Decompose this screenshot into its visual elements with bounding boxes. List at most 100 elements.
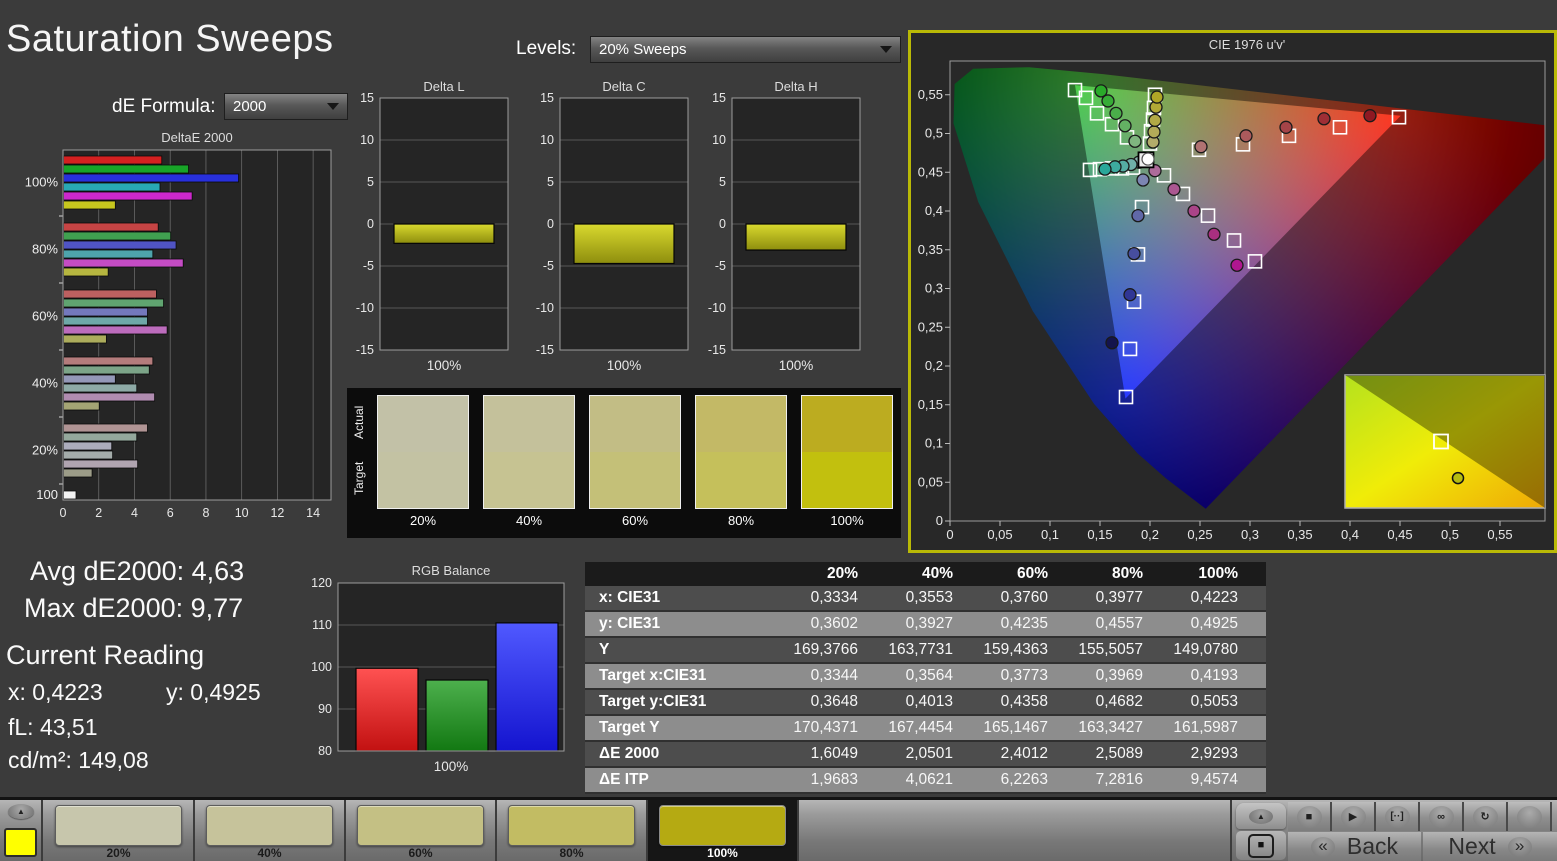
- table-cell: 0,3344: [810, 667, 858, 684]
- svg-text:-15: -15: [708, 343, 726, 357]
- patch-cell-40%: 40%: [476, 388, 582, 538]
- de-formula-label: dE Formula:: [112, 96, 216, 117]
- row-label: x: CIE31: [599, 589, 661, 606]
- tab-swatch: [55, 805, 182, 846]
- red-measured-point: [1194, 140, 1208, 154]
- svg-text:110: 110: [312, 618, 332, 632]
- svg-text:100: 100: [36, 487, 58, 502]
- levels-dropdown[interactable]: 20% Sweeps: [590, 36, 901, 63]
- patch-swatch: [801, 395, 893, 509]
- magenta-measured-point: [1167, 182, 1181, 196]
- refresh-button[interactable]: ↻: [1464, 802, 1508, 831]
- table-cell: 0,4682: [1095, 693, 1143, 710]
- table-cell: 0,3760: [1000, 589, 1048, 606]
- avg-de2000: Avg dE2000: 4,63: [30, 556, 245, 586]
- tab-label: 40%: [257, 846, 282, 860]
- svg-text:RGB Balance: RGB Balance: [412, 563, 491, 578]
- back-button[interactable]: « Back: [1288, 832, 1421, 861]
- patch-tab-60%[interactable]: 60%: [346, 800, 497, 861]
- row-label: Target y:CIE31: [599, 693, 707, 710]
- next-arrow-icon: »: [1507, 836, 1532, 857]
- scroll-up-button[interactable]: ▲: [8, 804, 34, 819]
- measurement-table: 20% 40% 60% 80% 100% x: CIE31 0,3334 0,3553 0,3…: [585, 562, 1266, 794]
- svg-text:10: 10: [540, 133, 554, 147]
- table-row: y: CIE31 0,3602 0,3927 0,4235 0,4557 0,4925: [585, 611, 1266, 637]
- patch-cell-20%: 20%: [370, 388, 476, 538]
- stop-button[interactable]: ■: [1288, 802, 1332, 831]
- table-cell: 0,3564: [905, 667, 953, 684]
- rgb-balance-svg: RGB Balance 80 90 100 110 120 100%: [311, 563, 565, 774]
- page-title: Saturation Sweeps: [6, 18, 334, 60]
- svg-text:0,05: 0,05: [987, 527, 1012, 542]
- svg-text:0: 0: [547, 217, 554, 231]
- back-arrow-icon: «: [1310, 836, 1335, 857]
- delta-c-chart: Delta C -15 -10 -5 0 5 10 15 100%: [520, 79, 702, 389]
- svg-text:0: 0: [367, 217, 374, 231]
- target-color: [378, 452, 468, 508]
- patch-tab-100%[interactable]: 100%: [648, 800, 799, 861]
- panel-up-button[interactable]: ▲: [1236, 803, 1286, 829]
- actual-color: [378, 396, 468, 452]
- chevron-down-icon: [327, 103, 339, 110]
- svg-text:100%: 100%: [427, 358, 462, 373]
- table-row: Y 169,3766 163,7731 159,4363 155,5057 149,078…: [585, 637, 1266, 663]
- svg-text:DeltaE 2000: DeltaE 2000: [161, 130, 233, 145]
- svg-text:10: 10: [235, 506, 249, 520]
- svg-text:5: 5: [547, 175, 554, 189]
- table-cell: 1,6049: [810, 745, 858, 762]
- play-button[interactable]: ▶: [1332, 802, 1376, 831]
- de-formula-value: 2000: [233, 98, 267, 115]
- patch-tab-20%[interactable]: 20%: [44, 800, 195, 861]
- table-cell: 0,4358: [1000, 693, 1048, 710]
- svg-text:0,35: 0,35: [918, 242, 943, 257]
- patch-cell-80%: 80%: [688, 388, 794, 538]
- bracket-icon: [··]: [1384, 805, 1410, 828]
- patch-side-labels: Actual Target: [347, 388, 370, 538]
- table-cell: 0,4193: [1190, 667, 1238, 684]
- tab-swatch: [508, 805, 635, 846]
- svg-text:80%: 80%: [32, 242, 58, 257]
- blank-button: [1516, 805, 1542, 828]
- svg-text:0,55: 0,55: [918, 87, 943, 102]
- bracket-button[interactable]: [··]: [1376, 802, 1420, 831]
- table-cell: 163,7731: [888, 641, 953, 658]
- next-button[interactable]: Next »: [1423, 832, 1557, 861]
- up-arrow-icon: ▲: [17, 807, 25, 816]
- svg-text:10: 10: [360, 133, 374, 147]
- yellow-measured-point: [1147, 125, 1161, 139]
- svg-text:2: 2: [95, 506, 102, 520]
- row-label: Target x:CIE31: [599, 667, 707, 684]
- svg-text:0: 0: [936, 513, 943, 528]
- white-point-measured: [1141, 152, 1155, 166]
- row-label: y: CIE31: [599, 615, 661, 632]
- svg-text:0,3: 0,3: [925, 281, 943, 296]
- blank-button[interactable]: [1508, 802, 1552, 831]
- svg-text:0,15: 0,15: [918, 397, 943, 412]
- active-color-swatch: [4, 828, 37, 857]
- de-formula-dropdown[interactable]: 2000: [224, 93, 348, 120]
- svg-text:100%: 100%: [607, 358, 642, 373]
- patch-label: 80%: [727, 513, 755, 528]
- magenta-measured-point: [1230, 258, 1244, 272]
- stop-button-large[interactable]: ■: [1236, 831, 1286, 860]
- patch-swatch: [377, 395, 469, 509]
- green-measured-point: [1128, 134, 1142, 148]
- table-column-header: 20%: [791, 562, 886, 586]
- patch-label: 20%: [409, 513, 437, 528]
- patch-tab-80%[interactable]: 80%: [497, 800, 648, 861]
- svg-text:0,5: 0,5: [1441, 527, 1459, 542]
- table-cell: 0,3773: [1000, 667, 1048, 684]
- table-column-header: 100%: [1171, 562, 1266, 586]
- patch-tab-40%[interactable]: 40%: [195, 800, 346, 861]
- table-cell: 2,0501: [905, 745, 953, 762]
- magenta-measured-point: [1187, 204, 1201, 218]
- current-reading-title: Current Reading: [6, 640, 205, 670]
- loop-button[interactable]: ∞: [1420, 802, 1464, 831]
- play-icon: ▶: [1340, 805, 1366, 828]
- tab-label: 100%: [707, 846, 738, 860]
- svg-text:5: 5: [367, 175, 374, 189]
- svg-text:-15: -15: [356, 343, 374, 357]
- actual-color: [696, 396, 786, 452]
- svg-text:0,25: 0,25: [1187, 527, 1212, 542]
- svg-text:6: 6: [167, 506, 174, 520]
